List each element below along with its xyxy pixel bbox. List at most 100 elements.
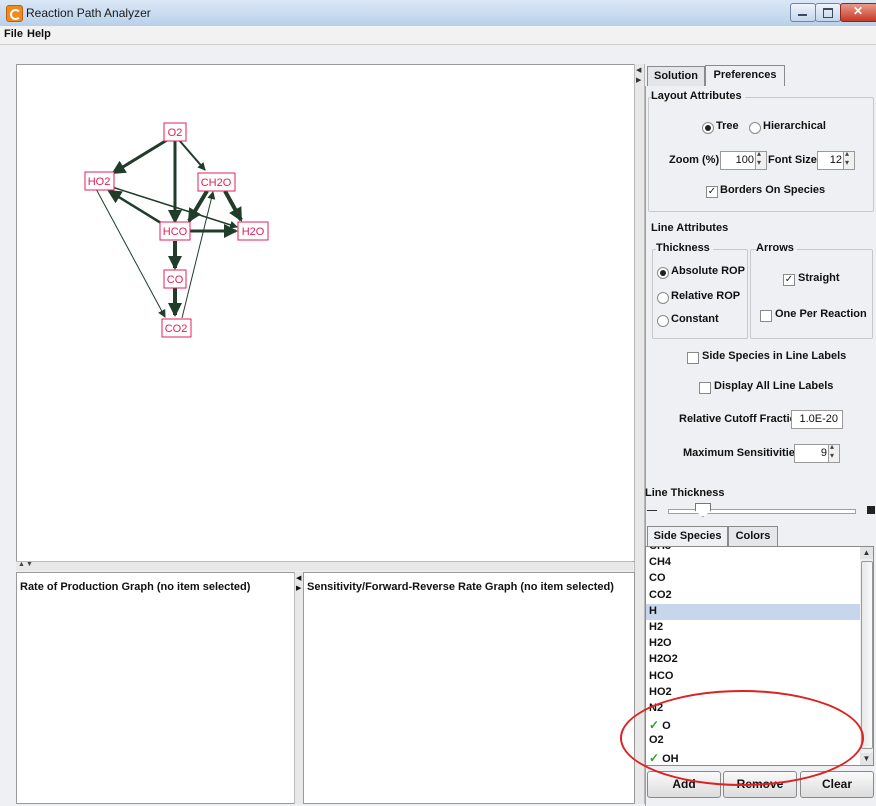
zoom-spinner[interactable]: 100 [720, 149, 767, 170]
app-window: Reaction Path Analyzer File Help [0, 0, 876, 806]
selected-row-highlight [646, 603, 861, 620]
tab-side-species[interactable]: Side Species [647, 526, 728, 547]
rate-of-production-panel: Rate of Production Graph (no item select… [16, 572, 296, 804]
max-sensitivities-stepper-icon[interactable] [828, 442, 839, 462]
node-ch2o[interactable]: CH2O [197, 172, 236, 192]
side-species-labels-label[interactable]: Side Species in Line Labels [702, 350, 846, 362]
zoom-label: Zoom (%) [669, 154, 720, 166]
sensitivity-graph-title: Sensitivity/Forward-Reverse Rate Graph (… [307, 581, 614, 593]
borders-label[interactable]: Borders On Species [720, 184, 825, 196]
font-size-spinner[interactable]: 12 [817, 149, 855, 170]
font-size-value[interactable]: 12 [830, 154, 842, 166]
app-icon [6, 5, 23, 22]
svg-text:HO2: HO2 [88, 176, 111, 188]
cutoff-label: Relative Cutoff Fraction [679, 413, 804, 425]
species-item-co2[interactable]: CO2 [649, 589, 672, 601]
tab-colors[interactable]: Colors [728, 526, 778, 546]
species-list-scrollbar[interactable]: ▲ ▼ [860, 546, 874, 766]
node-co[interactable]: CO [163, 269, 187, 289]
scroll-down-icon[interactable]: ▼ [860, 753, 873, 765]
reaction-graph-canvas[interactable]: O2 HO2 CH2O HCO H2O CO CO2 [16, 64, 635, 562]
line-thickness-label: Line Thickness [645, 487, 725, 499]
species-item-oh[interactable]: ✓ OH [649, 751, 679, 765]
side-species-labels-checkbox[interactable] [687, 352, 699, 364]
species-item-ho2[interactable]: HO2 [649, 686, 672, 698]
constant-label[interactable]: Constant [671, 313, 719, 325]
species-item-ch3[interactable]: CH3 [649, 547, 671, 552]
max-sensitivities-value[interactable]: 9 [821, 447, 827, 459]
species-item-co[interactable]: CO [649, 572, 666, 584]
edge-o2-ch2o [178, 139, 206, 171]
remove-button[interactable]: Remove [723, 771, 797, 798]
font-size-label: Font Size [768, 154, 817, 166]
cutoff-value[interactable]: 1.0E-20 [799, 413, 838, 425]
bottom-left-arrow-icon[interactable]: ◀ [296, 574, 301, 582]
hierarchical-radio[interactable] [749, 122, 761, 134]
graph-horizontal-splitter[interactable]: ▲ ▼ [16, 561, 633, 571]
species-item-ch4[interactable]: CH4 [649, 556, 671, 568]
one-per-reaction-label[interactable]: One Per Reaction [775, 308, 867, 320]
scroll-up-icon[interactable]: ▲ [860, 547, 873, 559]
node-ho2[interactable]: HO2 [84, 171, 115, 191]
absolute-rop-radio[interactable] [657, 267, 669, 279]
display-all-labels-checkbox[interactable] [699, 382, 711, 394]
species-item-n2[interactable]: N2 [649, 702, 663, 714]
relative-rop-radio[interactable] [657, 292, 669, 304]
menu-help[interactable]: Help [27, 28, 51, 40]
svg-text:H2O: H2O [242, 226, 265, 238]
species-item-o2[interactable]: O2 [649, 734, 664, 746]
add-button[interactable]: Add [647, 771, 721, 798]
scroll-thumb[interactable] [861, 561, 873, 749]
side-species-list[interactable]: CH3 CH4 CO CO2 H H2 H2O H2O2 HCO HO2 N2 ✓ O O2 ✓ OH [645, 546, 862, 766]
arrows-group [750, 249, 873, 339]
svg-text:CO2: CO2 [165, 323, 188, 335]
node-hco[interactable]: HCO [159, 221, 191, 241]
one-per-reaction-checkbox[interactable] [760, 310, 772, 322]
svg-text:CO: CO [167, 274, 184, 286]
clear-button[interactable]: Clear [800, 771, 874, 798]
constant-radio[interactable] [657, 315, 669, 327]
bottom-right-arrow-icon[interactable]: ▶ [296, 584, 301, 592]
tree-radio[interactable] [702, 122, 714, 134]
reaction-graph: O2 HO2 CH2O HCO H2O CO CO2 [84, 122, 269, 338]
straight-label[interactable]: Straight [798, 272, 840, 284]
straight-checkbox[interactable]: ✓ [783, 274, 795, 286]
collapse-down-arrow-icon[interactable]: ▼ [26, 561, 33, 568]
svg-text:HCO: HCO [163, 226, 188, 238]
species-item-h2o2[interactable]: H2O2 [649, 653, 678, 665]
collapse-left-arrow-icon[interactable]: ◀ [636, 66, 641, 74]
menu-file[interactable]: File [4, 28, 23, 40]
bottom-splitter[interactable]: ◀ ▶ [294, 572, 303, 804]
edge-ch2o-h2o [223, 190, 243, 222]
absolute-rop-label[interactable]: Absolute ROP [671, 265, 745, 277]
species-item-hco[interactable]: HCO [649, 670, 673, 682]
tree-label[interactable]: Tree [716, 120, 739, 132]
minimize-button[interactable] [790, 3, 816, 22]
hierarchical-label[interactable]: Hierarchical [763, 120, 826, 132]
title-bar[interactable]: Reaction Path Analyzer [0, 0, 876, 27]
layout-attributes-label: Layout Attributes [651, 90, 745, 102]
species-item-o[interactable]: ✓ O [649, 718, 671, 732]
species-item-h[interactable]: H [649, 605, 657, 617]
collapse-up-arrow-icon[interactable]: ▲ [18, 561, 25, 568]
relative-rop-label[interactable]: Relative ROP [671, 290, 740, 302]
main-vertical-splitter[interactable]: ◀ ▶ [634, 64, 645, 804]
node-h2o[interactable]: H2O [237, 221, 269, 241]
maximize-button[interactable] [815, 3, 841, 22]
cutoff-input[interactable]: 1.0E-20 [791, 410, 843, 429]
species-item-h2o[interactable]: H2O [649, 637, 672, 649]
zoom-stepper-icon[interactable] [755, 149, 766, 169]
node-co2[interactable]: CO2 [161, 318, 192, 338]
node-o2[interactable]: O2 [163, 122, 187, 142]
close-button[interactable] [840, 3, 876, 22]
collapse-right-arrow-icon[interactable]: ▶ [636, 76, 641, 84]
display-all-labels-label[interactable]: Display All Line Labels [714, 380, 833, 392]
borders-checkbox[interactable]: ✓ [706, 186, 718, 198]
font-size-stepper-icon[interactable] [843, 149, 854, 169]
max-sensitivities-spinner[interactable]: 9 [794, 442, 840, 463]
tab-solution[interactable]: Solution [647, 66, 705, 86]
zoom-value[interactable]: 100 [736, 154, 754, 166]
tab-preferences[interactable]: Preferences [705, 65, 785, 86]
thickness-label: Thickness [656, 242, 713, 254]
species-item-h2[interactable]: H2 [649, 621, 663, 633]
